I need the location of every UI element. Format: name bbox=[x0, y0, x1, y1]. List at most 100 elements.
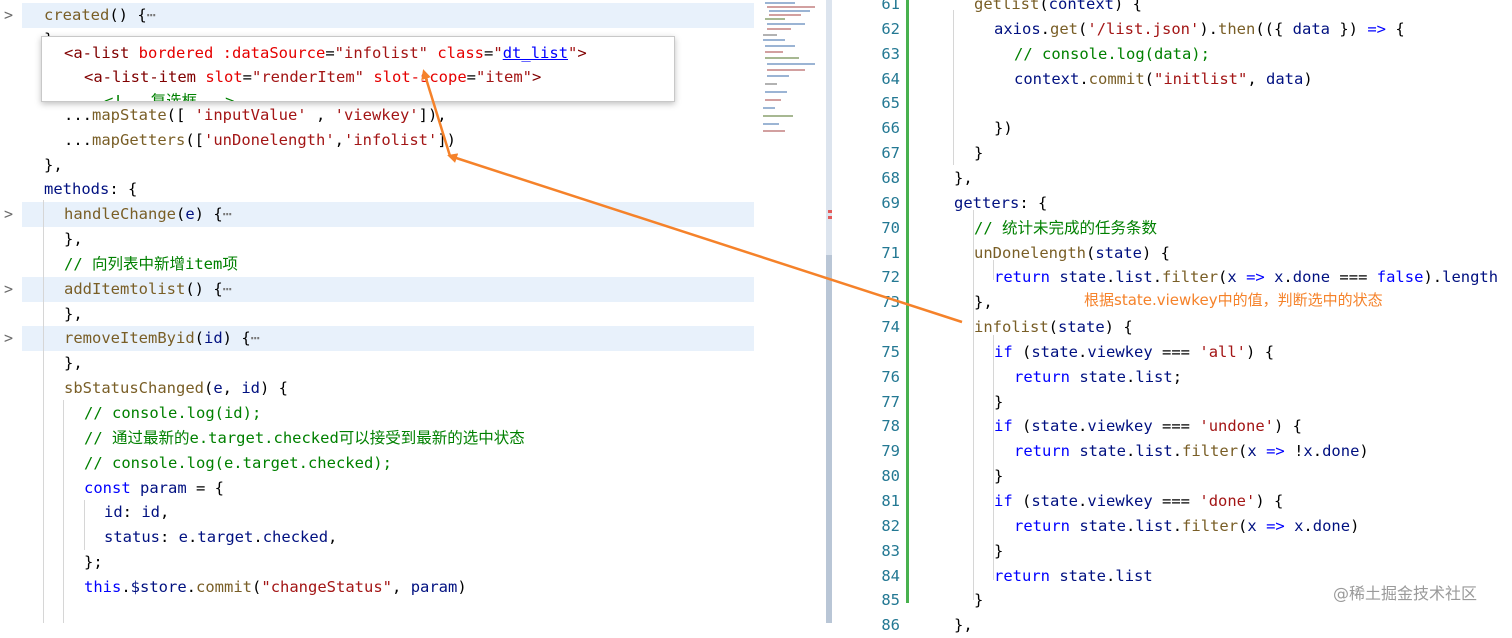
code-line[interactable]: handleChange(e) {⋯ bbox=[64, 202, 232, 227]
code-token: = bbox=[466, 68, 476, 86]
code-line[interactable]: created() {⋯ bbox=[44, 3, 156, 28]
code-line[interactable]: }, bbox=[64, 227, 83, 252]
fold-chevron-icon[interactable]: > bbox=[4, 326, 13, 351]
code-line[interactable]: }, bbox=[954, 613, 973, 638]
code-token: ( bbox=[1012, 417, 1032, 436]
code-token: // 统计未完成的任务条数 bbox=[974, 218, 1157, 237]
code-token: } bbox=[974, 591, 984, 610]
code-token: list bbox=[1135, 516, 1173, 535]
watermark: @稀土掘金技术社区 bbox=[1333, 584, 1478, 603]
code-line[interactable]: }; bbox=[84, 550, 103, 575]
line-number: 73 bbox=[881, 293, 900, 312]
code-line[interactable]: infolist(state) { bbox=[974, 315, 1133, 340]
code-line[interactable]: if (state.viewkey === 'undone') { bbox=[994, 414, 1302, 439]
code-line[interactable]: }) bbox=[994, 116, 1013, 141]
fold-ellipsis-icon[interactable]: ⋯ bbox=[147, 6, 156, 24]
code-token: => bbox=[1266, 442, 1285, 461]
code-line[interactable]: status: e.target.checked, bbox=[104, 525, 337, 550]
fold-ellipsis-icon[interactable]: ⋯ bbox=[223, 205, 232, 223]
code-line[interactable]: context.commit("initlist", data) bbox=[1014, 67, 1313, 92]
peek-popup: <a-list bordered :dataSource="infolist" … bbox=[41, 36, 675, 102]
code-token: created bbox=[44, 6, 110, 24]
code-token: . bbox=[1126, 442, 1136, 461]
code-token: ]), bbox=[418, 106, 447, 124]
code-line[interactable]: getters: { bbox=[954, 191, 1047, 216]
code-line[interactable]: return state.list.filter(x => x.done ===… bbox=[994, 265, 1498, 290]
code-token: }, bbox=[974, 293, 993, 312]
code-line[interactable]: this.$store.commit("changeStatus", param… bbox=[84, 575, 467, 600]
peek-line-3: <!-- 复选框 --> bbox=[104, 89, 235, 101]
code-line[interactable]: } bbox=[994, 464, 1003, 489]
code-token: x bbox=[1227, 268, 1237, 287]
code-line[interactable]: methods: { bbox=[44, 177, 137, 202]
code-token: : bbox=[160, 528, 179, 546]
line-number: 72 bbox=[881, 268, 900, 287]
fold-chevron-icon[interactable]: > bbox=[4, 202, 13, 227]
code-line[interactable]: if (state.viewkey === 'done') { bbox=[994, 489, 1283, 514]
code-token: ( bbox=[1039, 0, 1049, 13]
code-link[interactable]: dt_list bbox=[503, 44, 568, 62]
line-number: 75 bbox=[881, 342, 900, 361]
code-line[interactable]: }, bbox=[64, 302, 83, 327]
fold-chevron-icon[interactable]: > bbox=[4, 277, 13, 302]
code-line[interactable]: }, bbox=[974, 290, 993, 315]
code-token: state bbox=[1079, 516, 1127, 535]
code-line[interactable]: return state.list.filter(x => !x.done) bbox=[1014, 439, 1369, 464]
code-token: list bbox=[1115, 566, 1153, 585]
code-line[interactable]: } bbox=[994, 539, 1003, 564]
code-token: return bbox=[994, 566, 1050, 585]
code-line[interactable]: id: id, bbox=[104, 500, 169, 525]
fold-ellipsis-icon[interactable]: ⋯ bbox=[251, 329, 260, 347]
left-scrollbar-thumb[interactable] bbox=[826, 255, 832, 623]
code-line[interactable]: } bbox=[974, 588, 983, 613]
code-token: id bbox=[241, 379, 261, 397]
code-token: 'all' bbox=[1199, 342, 1247, 361]
fold-ellipsis-icon[interactable]: ⋯ bbox=[223, 280, 232, 298]
code-token: { bbox=[1386, 19, 1405, 38]
code-token: :dataSource bbox=[222, 44, 326, 62]
code-line[interactable]: return state.list.filter(x => x.done) bbox=[1014, 514, 1359, 539]
code-line[interactable]: }, bbox=[64, 351, 83, 376]
code-line[interactable]: // console.log(e.target.checked); bbox=[84, 451, 392, 476]
code-line[interactable]: return state.list bbox=[994, 564, 1153, 589]
code-line[interactable]: return state.list; bbox=[1014, 365, 1182, 390]
code-token: , bbox=[306, 106, 335, 124]
code-token: ( bbox=[1048, 318, 1058, 337]
code-line[interactable]: unDonelength(state) { bbox=[974, 241, 1170, 266]
code-line[interactable]: getlist(context) { bbox=[974, 0, 1142, 17]
code-token: ) { bbox=[260, 379, 289, 397]
code-line[interactable]: }, bbox=[44, 153, 63, 178]
code-token: }, bbox=[64, 354, 83, 372]
code-token: ]) bbox=[437, 131, 456, 149]
code-token: ) { bbox=[222, 329, 251, 347]
code-token: 'undone' bbox=[1199, 417, 1275, 436]
code-token: ( bbox=[194, 329, 204, 347]
code-token: 'inputValue' bbox=[194, 106, 307, 124]
code-line[interactable]: addItemtolist() {⋯ bbox=[64, 277, 232, 302]
code-line[interactable]: if (state.viewkey === 'all') { bbox=[994, 340, 1274, 365]
code-line[interactable]: // console.log(id); bbox=[84, 401, 261, 426]
code-token: . bbox=[1126, 367, 1136, 386]
code-token: data bbox=[1292, 19, 1330, 38]
minimap[interactable] bbox=[755, 0, 829, 135]
code-token: list bbox=[1115, 268, 1153, 287]
code-token: // console.log(e.target.checked); bbox=[84, 454, 392, 472]
code-line[interactable]: const param = { bbox=[84, 476, 224, 501]
code-line[interactable]: axios.get('/list.json').then(({ data }) … bbox=[994, 17, 1405, 42]
code-line[interactable]: // 向列表中新增item项 bbox=[64, 252, 238, 277]
code-line[interactable]: // 统计未完成的任务条数 bbox=[974, 216, 1157, 241]
code-line[interactable]: sbStatusChanged(e, id) { bbox=[64, 376, 288, 401]
code-line[interactable]: ...mapGetters(['unDonelength','infolist'… bbox=[64, 128, 456, 153]
code-line[interactable]: }, bbox=[954, 166, 973, 191]
code-line[interactable]: // console.log(data); bbox=[1014, 42, 1210, 67]
code-token: " bbox=[568, 44, 578, 62]
code-line[interactable]: } bbox=[974, 141, 983, 166]
fold-chevron-icon[interactable]: > bbox=[4, 3, 13, 28]
code-token: }) bbox=[994, 119, 1013, 138]
code-line[interactable]: removeItemByid(id) {⋯ bbox=[64, 326, 260, 351]
code-line[interactable]: // 通过最新的e.target.checked可以接受到最新的选中状态 bbox=[84, 426, 525, 451]
code-token: id bbox=[141, 503, 161, 521]
code-line[interactable]: } bbox=[994, 390, 1003, 415]
code-line[interactable]: ...mapState([ 'inputValue' , 'viewkey'])… bbox=[64, 103, 447, 128]
